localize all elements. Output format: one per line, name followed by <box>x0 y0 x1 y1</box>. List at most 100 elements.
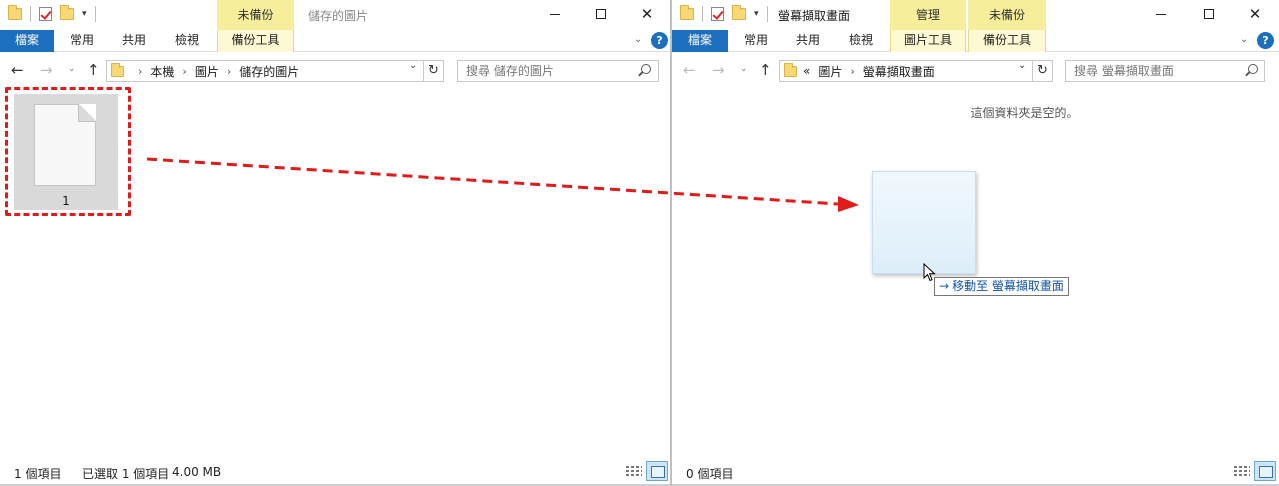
maximize-icon <box>1204 9 1214 19</box>
address-dropdown-chevron-icon[interactable]: ⌄ <box>1018 60 1026 71</box>
tab-backup-tools[interactable]: 備份工具 <box>217 30 294 52</box>
minimize-icon <box>1156 13 1166 15</box>
context-tab-header-manage: 管理 <box>890 0 966 30</box>
search-input[interactable]: 搜尋 儲存的圖片 <box>457 60 659 82</box>
new-folder-icon[interactable] <box>60 5 74 20</box>
toolbar-divider <box>702 6 703 22</box>
maximize-button[interactable] <box>1186 0 1232 28</box>
folder-icon[interactable] <box>8 5 22 20</box>
close-icon: ✕ <box>1248 4 1262 23</box>
large-icons-view-icon[interactable] <box>1254 461 1276 481</box>
move-arrow-icon: → <box>939 279 950 293</box>
quick-access-toolbar: ▾ <box>8 5 96 22</box>
search-icon[interactable] <box>641 64 651 74</box>
quick-access-toolbar: ▾ <box>680 5 768 22</box>
tab-file[interactable]: 檔案 <box>0 30 54 52</box>
up-arrow-icon[interactable]: ↑ <box>87 61 100 79</box>
folder-icon <box>784 62 797 77</box>
navigation-bar: ← → ⌄ ↑ « 圖片 › 螢幕擷取畫面 ⌄ ↻ 搜尋 螢幕擷取畫面 <box>672 58 1279 84</box>
status-bar: 0 個項目 <box>672 460 1279 484</box>
breadcrumb-separator: › <box>182 64 187 78</box>
help-icon[interactable]: ? <box>651 32 668 49</box>
window-title: 螢幕擷取畫面 <box>778 9 851 23</box>
back-arrow-icon[interactable]: ← <box>11 61 24 79</box>
tab-file[interactable]: 檔案 <box>672 30 728 52</box>
breadcrumb-separator: › <box>226 64 232 78</box>
minimize-icon <box>550 13 560 15</box>
breadcrumb-separator: › <box>138 64 143 78</box>
customize-toolbar-chevron-icon[interactable]: ▾ <box>82 9 87 19</box>
close-button[interactable]: ✕ <box>1232 0 1278 28</box>
large-icons-view-icon[interactable] <box>646 461 668 481</box>
forward-arrow-icon[interactable]: → <box>40 61 53 79</box>
address-bar[interactable]: › 本機 › 圖片 › 儲存的圖片 <box>106 60 424 82</box>
customize-toolbar-chevron-icon[interactable]: ▾ <box>754 9 759 19</box>
breadcrumb-item[interactable]: 圖片 <box>818 63 842 80</box>
toolbar-divider <box>30 6 31 22</box>
folder-icon <box>111 62 124 77</box>
recent-locations-chevron-icon[interactable]: ⌄ <box>740 64 748 74</box>
details-view-icon[interactable] <box>1234 464 1250 478</box>
refresh-icon[interactable]: ↻ <box>424 60 444 82</box>
breadcrumb-item[interactable]: 儲存的圖片 <box>239 63 299 80</box>
drag-tooltip: → 移動至 螢幕擷取畫面 <box>934 277 1069 296</box>
search-icon[interactable] <box>1248 64 1258 74</box>
item-count: 1 個項目 <box>14 467 62 481</box>
minimize-button[interactable] <box>1138 0 1184 28</box>
new-folder-icon[interactable] <box>732 5 746 20</box>
ribbon-tabs: 檔案 常用 共用 檢視 圖片工具 備份工具 ⌄ ? <box>672 30 1279 52</box>
search-input[interactable]: 搜尋 螢幕擷取畫面 <box>1065 60 1265 82</box>
details-view-icon[interactable] <box>626 464 642 478</box>
toolbar-divider <box>766 6 768 22</box>
tab-backup-tools[interactable]: 備份工具 <box>968 30 1046 52</box>
tab-share[interactable]: 共用 <box>110 30 158 52</box>
context-tab-header-unbacked: 未備份 <box>968 0 1046 30</box>
drag-tooltip-text: 移動至 螢幕擷取畫面 <box>952 279 1064 293</box>
close-icon: ✕ <box>640 4 654 23</box>
properties-icon[interactable] <box>39 7 52 21</box>
back-arrow-icon[interactable]: ← <box>683 61 696 79</box>
status-bar: 1 個項目 已選取 1 個項目 4.00 MB <box>0 460 670 484</box>
address-dropdown-chevron-icon[interactable]: ⌄ <box>409 60 417 71</box>
close-button[interactable]: ✕ <box>624 0 670 28</box>
expand-ribbon-chevron-icon[interactable]: ⌄ <box>1240 34 1248 45</box>
breadcrumb-overflow[interactable]: « <box>803 64 810 78</box>
tab-home[interactable]: 常用 <box>58 30 106 52</box>
navigation-bar: ← → ⌄ ↑ › 本機 › 圖片 › 儲存的圖片 ⌄ ↻ 搜尋 儲存的圖片 <box>0 58 670 84</box>
maximize-button[interactable] <box>578 0 624 28</box>
drag-preview <box>872 171 976 274</box>
annotation-highlight-box <box>5 87 131 216</box>
breadcrumb-separator: › <box>850 64 855 78</box>
selection-size: 4.00 MB <box>172 465 222 479</box>
folder-icon[interactable] <box>680 5 694 20</box>
recent-locations-chevron-icon[interactable]: ⌄ <box>68 64 76 74</box>
tab-home[interactable]: 常用 <box>732 30 780 52</box>
context-tab-header-unbacked: 未備份 <box>217 0 294 30</box>
minimize-button[interactable] <box>532 0 578 28</box>
breadcrumb-item[interactable]: 螢幕擷取畫面 <box>863 63 935 80</box>
up-arrow-icon[interactable]: ↑ <box>759 61 772 79</box>
item-count: 0 個項目 <box>686 467 734 481</box>
tab-share[interactable]: 共用 <box>784 30 832 52</box>
maximize-icon <box>596 9 606 19</box>
empty-folder-message: 這個資料夾是空的。 <box>970 106 1079 120</box>
refresh-icon[interactable]: ↻ <box>1033 60 1053 82</box>
selection-count: 已選取 1 個項目 <box>82 467 170 481</box>
toolbar-divider <box>94 6 96 22</box>
properties-icon[interactable] <box>711 7 724 21</box>
explorer-window-right: ▾ 螢幕擷取畫面 管理 未備份 ✕ 檔案 常用 共用 檢視 圖片工具 備份工具 … <box>672 0 1279 486</box>
breadcrumb-item[interactable]: 圖片 <box>195 63 219 80</box>
tab-view[interactable]: 檢視 <box>837 30 885 52</box>
expand-ribbon-chevron-icon[interactable]: ⌄ <box>634 34 642 45</box>
window-title: 儲存的圖片 <box>308 9 369 23</box>
address-bar[interactable]: « 圖片 › 螢幕擷取畫面 <box>779 60 1033 82</box>
forward-arrow-icon[interactable]: → <box>712 61 725 79</box>
title-bar: ▾ 未備份 儲存的圖片 ✕ <box>0 0 670 30</box>
tab-picture-tools[interactable]: 圖片工具 <box>890 30 966 52</box>
help-icon[interactable]: ? <box>1257 32 1274 49</box>
title-bar: ▾ 螢幕擷取畫面 管理 未備份 ✕ <box>672 0 1279 30</box>
ribbon-tabs: 檔案 常用 共用 檢視 備份工具 ⌄ ? <box>0 30 670 52</box>
explorer-window-left: ▾ 未備份 儲存的圖片 ✕ 檔案 常用 共用 檢視 備份工具 ⌄ ? ← → ⌄… <box>0 0 670 486</box>
breadcrumb-item[interactable]: 本機 <box>150 63 174 80</box>
tab-view[interactable]: 檢視 <box>163 30 211 52</box>
